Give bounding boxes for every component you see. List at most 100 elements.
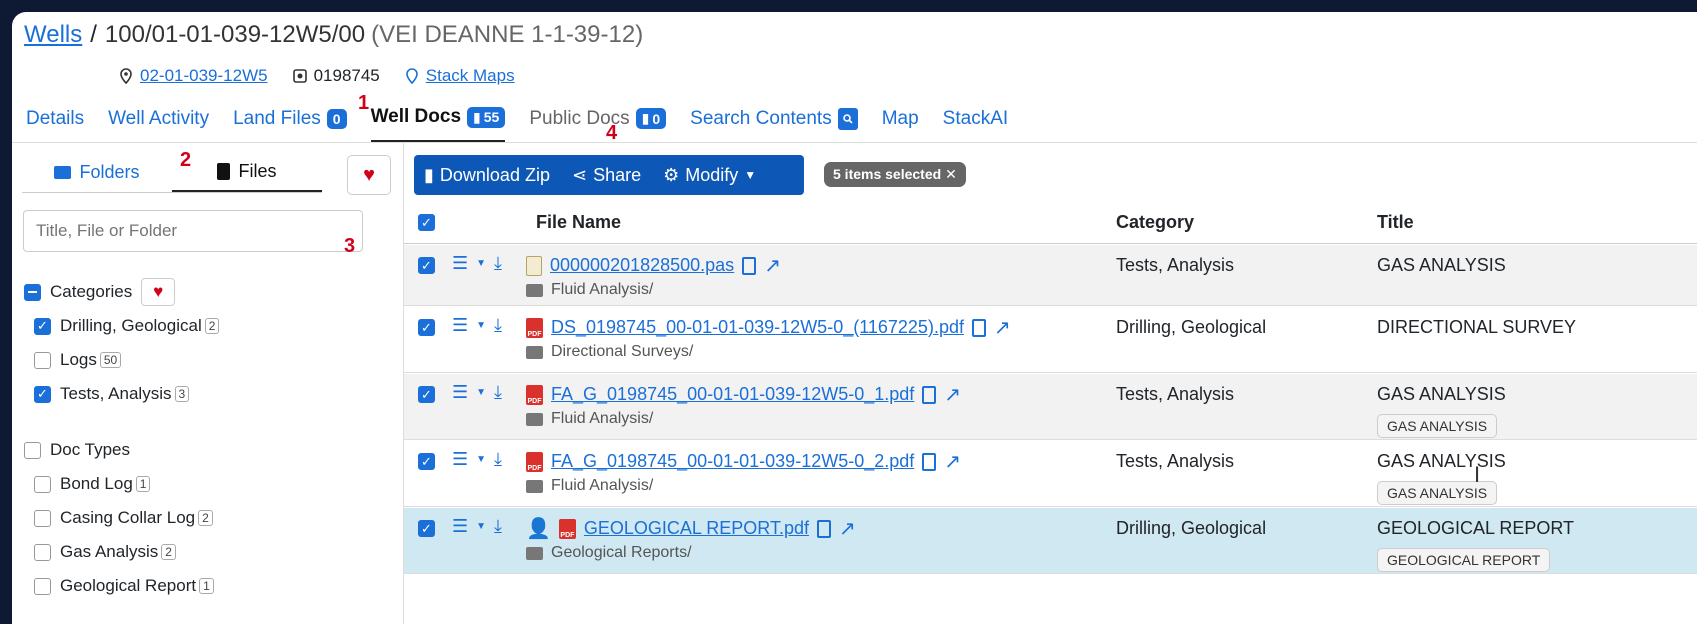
doc-type-item[interactable]: Casing Collar Log 2 <box>24 501 219 535</box>
checkbox[interactable] <box>34 543 51 561</box>
tab-stackai[interactable]: StackAI <box>943 108 1008 142</box>
doc-type-item[interactable]: Bond Log 1 <box>24 467 219 501</box>
close-icon[interactable]: ✕ <box>945 166 957 182</box>
count-badge: 50 <box>99 352 122 368</box>
row-checkbox[interactable]: ✓ <box>418 520 435 537</box>
file-link[interactable]: GEOLOGICAL REPORT.pdf <box>584 518 809 539</box>
categories-favorite-button[interactable]: ♥ <box>141 278 176 306</box>
checkbox[interactable] <box>34 475 51 493</box>
file-link[interactable]: DS_0198745_00-01-01-039-12W5-0_(1167225)… <box>551 317 964 338</box>
category-item[interactable]: Logs 50 <box>24 343 219 377</box>
checkbox[interactable] <box>34 577 51 595</box>
annotation-3: 3 <box>344 235 356 257</box>
column-file-name[interactable]: File Name <box>536 200 621 244</box>
menu-icon[interactable]: ☰ <box>452 449 468 470</box>
external-link-icon[interactable]: ↗ <box>944 382 961 407</box>
file-link[interactable]: 000000201828500.pas <box>550 255 734 276</box>
preview-doc-icon[interactable] <box>922 452 937 471</box>
categories-label: Categories <box>50 282 133 301</box>
pdf-file-icon: PDF <box>526 384 543 405</box>
download-icon[interactable]: ⤓ <box>494 449 502 470</box>
caret-down-icon[interactable]: ▼ <box>476 454 486 465</box>
download-icon[interactable]: ⤓ <box>494 315 502 336</box>
download-icon[interactable]: ⤓ <box>494 516 502 537</box>
favorites-button[interactable]: ♥ <box>347 155 391 195</box>
share-button[interactable]: ⋖ Share <box>572 165 641 186</box>
caret-down-icon[interactable]: ▼ <box>476 521 486 532</box>
doc-types-header: Doc Types <box>24 433 219 467</box>
category-item[interactable]: ✓ Tests, Analysis 3 <box>24 377 219 411</box>
checkbox[interactable]: ✓ <box>34 385 51 403</box>
caret-down-icon[interactable]: ▼ <box>476 320 486 331</box>
caret-down-icon: ▼ <box>744 168 757 182</box>
external-link-icon[interactable]: ↗ <box>944 449 961 474</box>
table-row[interactable]: ✓ ☰ ▼ ⤓ PDF FA_G_0198745_00-01-01-039-12W5-… <box>404 441 1697 507</box>
doc-type-item[interactable]: Geological Report 1 <box>24 569 219 603</box>
checkbox[interactable] <box>34 351 51 369</box>
file-link[interactable]: FA_G_0198745_00-01-01-039-12W5-0_2.pdf <box>551 451 914 472</box>
row-checkbox[interactable]: ✓ <box>418 453 435 470</box>
download-zip-button[interactable]: ▮ Download Zip <box>424 165 550 186</box>
category-cell: Drilling, Geological <box>1116 317 1267 337</box>
heart-icon: ♥ <box>153 282 164 301</box>
menu-icon[interactable]: ☰ <box>452 253 468 274</box>
tab-search-contents[interactable]: Search Contents <box>690 107 858 142</box>
checkbox[interactable] <box>34 509 51 527</box>
pdf-file-icon: PDF <box>526 317 543 338</box>
checkbox[interactable]: ✓ <box>34 317 51 335</box>
caret-down-icon[interactable]: ▼ <box>476 258 486 269</box>
file-link[interactable]: FA_G_0198745_00-01-01-039-12W5-0_1.pdf <box>551 384 914 405</box>
search-input[interactable] <box>23 210 363 252</box>
tab-land-files[interactable]: Land Files 0 <box>233 108 347 142</box>
folder-icon <box>54 166 72 179</box>
tab-map[interactable]: Map <box>882 108 919 142</box>
tab-label: Map <box>881 107 919 129</box>
external-link-icon[interactable]: ↗ <box>994 315 1011 340</box>
title-tag: GAS ANALYSIS <box>1377 414 1498 438</box>
stack-maps-item: Stack Maps <box>404 66 515 86</box>
category-item[interactable]: ✓ Drilling, Geological 2 <box>24 309 220 343</box>
table-row[interactable]: ✓ ☰ ▼ ⤓ PDF FA_G_0198745_00-01-01-039-12W5-… <box>404 374 1697 440</box>
preview-doc-icon[interactable] <box>922 385 937 404</box>
doc-types-checkbox[interactable] <box>24 441 41 459</box>
tab-files[interactable]: Files <box>172 153 322 192</box>
download-icon[interactable]: ⤓ <box>494 382 502 403</box>
caret-down-icon[interactable]: ▼ <box>476 387 486 398</box>
menu-icon[interactable]: ☰ <box>452 516 468 537</box>
folder-label: Geological Reports/ <box>551 544 692 561</box>
tab-well-docs[interactable]: Well Docs ▮ 55 <box>370 106 506 143</box>
select-all-checkbox[interactable]: ✓ <box>418 214 435 231</box>
download-icon[interactable]: ⤓ <box>494 253 502 274</box>
doc-types-label: Doc Types <box>50 440 131 459</box>
row-checkbox[interactable]: ✓ <box>418 257 435 274</box>
tab-folders[interactable]: Folders <box>22 153 172 192</box>
categories-checkbox[interactable] <box>24 283 41 301</box>
selection-badge[interactable]: 5 items selected ✕ <box>824 162 966 187</box>
doc-type-label: Bond Log <box>60 474 133 493</box>
menu-icon[interactable]: ☰ <box>452 382 468 403</box>
table-row[interactable]: ✓ ☰ ▼ ⤓ PDF DS_0198745_00-01-01-039-12W5-0_… <box>404 307 1697 373</box>
location-icon <box>405 68 418 84</box>
external-link-icon[interactable]: ↗ <box>764 253 781 278</box>
row-checkbox[interactable]: ✓ <box>418 386 435 403</box>
preview-doc-icon[interactable] <box>817 519 831 538</box>
title-tag: GEOLOGICAL REPORT <box>1377 548 1551 572</box>
external-link-icon[interactable]: ↗ <box>839 516 856 541</box>
column-category[interactable]: Category <box>1116 200 1194 244</box>
modify-button[interactable]: ⚙ Modify ▼ <box>663 165 756 186</box>
count-value: 0 <box>652 110 661 127</box>
table-row[interactable]: ✓ ☰ ▼ ⤓ 👤 PDF GEOLOGICAL REPORT.pdf ↗ Geologi… <box>404 508 1697 574</box>
tab-public-docs[interactable]: Public Docs ▮ 0 <box>529 108 667 142</box>
preview-doc-icon[interactable] <box>971 318 986 337</box>
column-title[interactable]: Title <box>1377 200 1414 244</box>
wells-link[interactable]: Wells <box>24 21 82 48</box>
tab-details[interactable]: Details <box>26 108 84 142</box>
menu-icon[interactable]: ☰ <box>452 315 468 336</box>
table-row[interactable]: ✓ ☰ ▼ ⤓ 000000201828500.pas ↗ Fluid Analysi… <box>404 245 1697 306</box>
tab-well-activity[interactable]: Well Activity <box>108 108 209 142</box>
location-link[interactable]: 02-01-039-12W5 <box>140 66 268 86</box>
preview-doc-icon[interactable] <box>742 256 757 275</box>
doc-type-item[interactable]: Gas Analysis 2 <box>24 535 219 569</box>
row-checkbox[interactable]: ✓ <box>418 319 435 336</box>
stack-maps-link[interactable]: Stack Maps <box>426 66 515 86</box>
